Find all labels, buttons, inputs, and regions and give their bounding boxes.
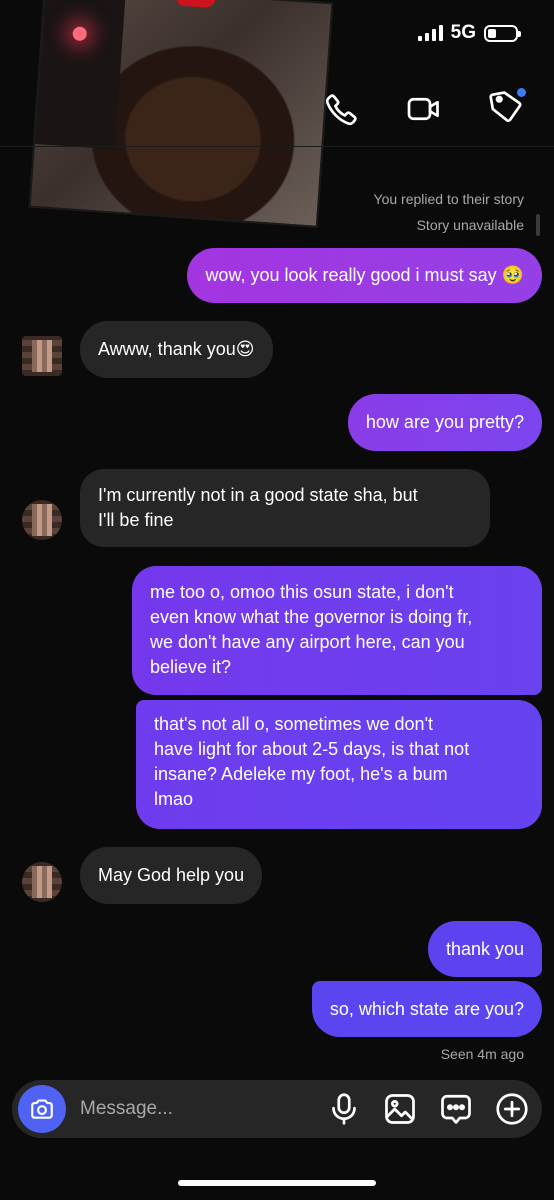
chat-options-icon[interactable] [438, 1091, 474, 1127]
signal-strength-icon [417, 25, 443, 41]
story-status: Story unavailable [416, 217, 524, 233]
message-line: insane? Adeleke my foot, he's a bum [154, 764, 448, 784]
message-text: that's not all o, sometimes we don't hav… [154, 712, 469, 812]
home-indicator[interactable] [178, 1180, 376, 1186]
story-photo-shadow [34, 0, 126, 150]
message-text: thank you [445, 938, 524, 959]
camera-button[interactable] [18, 1085, 66, 1133]
status-bar: 5G [417, 22, 521, 44]
outgoing-message[interactable]: that's not all o, sometimes we don't hav… [136, 700, 542, 829]
contact-avatar[interactable] [22, 500, 62, 540]
video-camera-icon[interactable] [406, 91, 442, 127]
message-line: I'll be fine [98, 510, 174, 530]
story-photo-red-mark [174, 0, 216, 9]
outgoing-message[interactable]: thank you [427, 921, 542, 977]
incoming-message[interactable]: Awww, thank you😍 [80, 321, 273, 378]
message-text: so, which state are you? [329, 998, 524, 1019]
outgoing-message[interactable]: wow, you look really good i must say 🥹 [187, 248, 542, 303]
incoming-message[interactable]: I'm currently not in a good state sha, b… [80, 469, 490, 547]
composer-actions [326, 1091, 530, 1127]
message-line: that's not all o, sometimes we don't [154, 714, 434, 734]
message-text: Awww, thank you😍 [98, 339, 255, 359]
message-line: I'm currently not in a good state sha, b… [98, 485, 418, 505]
message-text: me too o, omoo this osun state, i don't … [150, 580, 472, 680]
message-line: lmao [154, 789, 194, 809]
microphone-icon[interactable] [326, 1091, 362, 1127]
notification-dot [517, 88, 526, 97]
story-thumbnail[interactable] [28, 0, 334, 228]
tag-button[interactable] [488, 88, 526, 129]
message-composer [12, 1080, 542, 1138]
outgoing-message[interactable]: me too o, omoo this osun state, i don't … [132, 566, 542, 695]
message-input[interactable] [80, 1098, 290, 1120]
battery-icon [484, 24, 521, 42]
scrollbar[interactable] [536, 214, 540, 236]
message-text: wow, you look really good i must say 🥹 [205, 265, 524, 285]
message-line: have light for about 2-5 days, is that n… [154, 739, 470, 759]
outgoing-message[interactable]: how are you pretty? [347, 394, 542, 451]
phone-icon[interactable] [324, 91, 360, 127]
message-line: even know what the governor is doing fr, [150, 607, 473, 627]
message-line: believe it? [150, 657, 232, 677]
contact-avatar[interactable] [22, 862, 62, 902]
message-text: May God help you [98, 865, 245, 885]
contact-avatar[interactable] [22, 336, 62, 376]
network-type: 5G [450, 22, 476, 43]
image-icon[interactable] [382, 1091, 418, 1127]
header-divider [0, 146, 554, 147]
message-text: I'm currently not in a good state sha, b… [98, 483, 418, 533]
seen-status: Seen 4m ago [440, 1046, 524, 1062]
add-icon[interactable] [494, 1091, 530, 1127]
story-reply-caption: You replied to their story [373, 191, 524, 207]
incoming-message[interactable]: May God help you [80, 847, 263, 904]
camera-icon [31, 1099, 53, 1119]
conversation-header-actions [324, 88, 526, 129]
message-line: me too o, omoo this osun state, i don't [150, 582, 454, 602]
message-line: we don't have any airport here, can you [150, 632, 465, 652]
outgoing-message[interactable]: so, which state are you? [311, 981, 542, 1037]
message-text: how are you pretty? [365, 412, 524, 432]
